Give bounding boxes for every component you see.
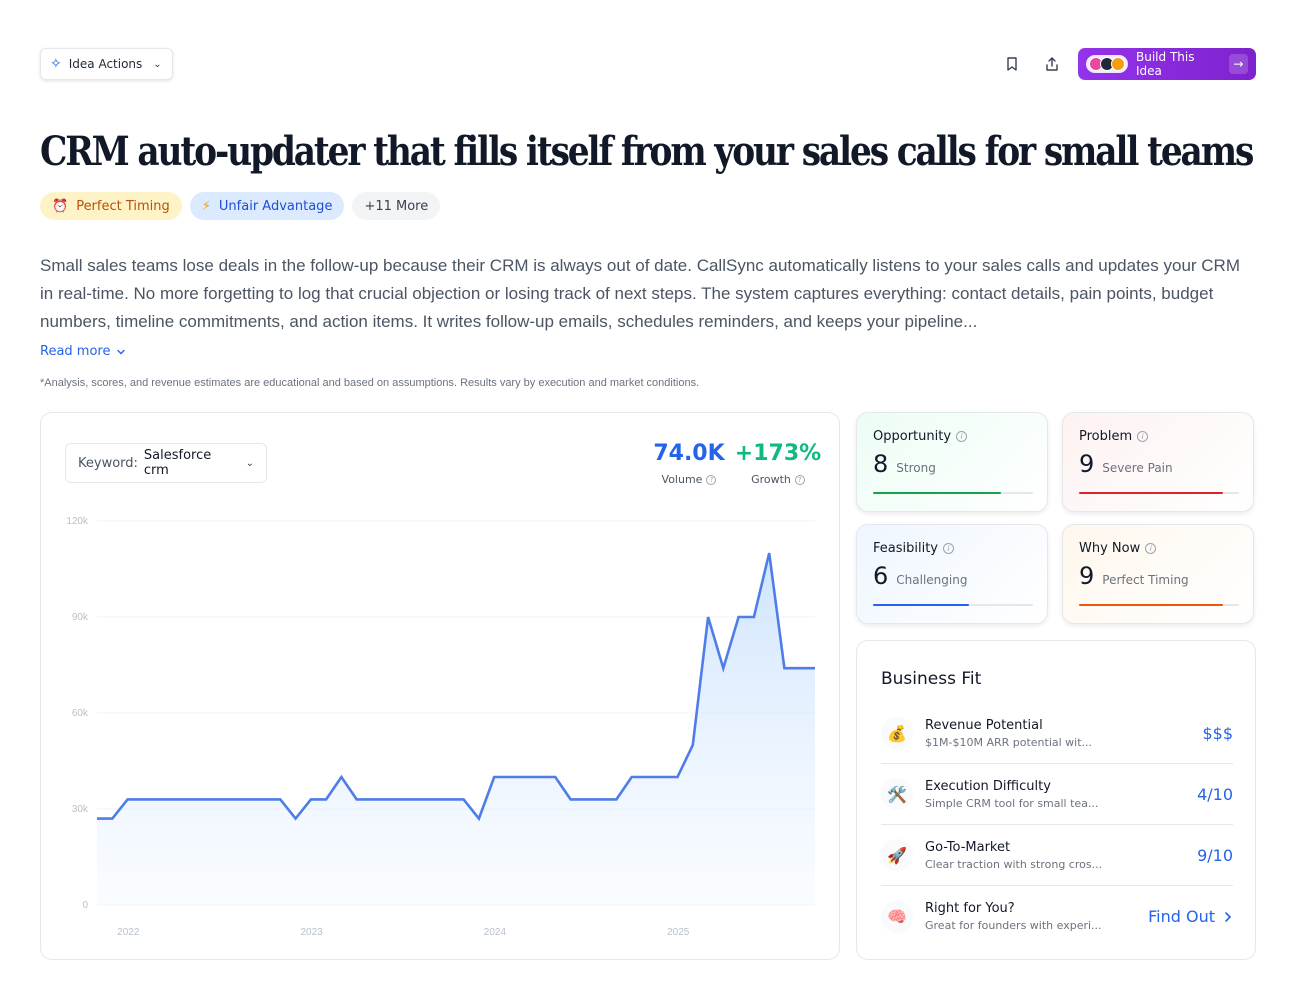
page-title: CRM auto-updater that fills itself from … bbox=[40, 128, 1254, 175]
fit-row-title: Revenue Potential bbox=[925, 717, 1043, 733]
tag-perfect-timing[interactable]: ⏰ Perfect Timing bbox=[40, 192, 182, 220]
arrow-right-icon: → bbox=[1228, 54, 1248, 74]
score-bar-fill bbox=[1079, 492, 1223, 494]
read-more-label: Read more bbox=[40, 344, 111, 359]
idea-description: Small sales teams lose deals in the foll… bbox=[40, 256, 1240, 331]
score-card-why-now[interactable]: Why Now i 9 Perfect Timing bbox=[1062, 524, 1254, 624]
avatar bbox=[1111, 57, 1125, 71]
score-bar-fill bbox=[873, 604, 969, 606]
score-card-feasibility[interactable]: Feasibility i 6 Challenging bbox=[856, 524, 1048, 624]
idea-actions-label: Idea Actions bbox=[68, 57, 143, 71]
score-label: Why Now bbox=[1079, 541, 1141, 556]
fit-row-revenue-potential[interactable]: 💰 Revenue Potential $1M-$10M ARR potentia… bbox=[881, 703, 1233, 764]
tag-unfair-advantage[interactable]: ⚡ Unfair Advantage bbox=[189, 192, 345, 220]
score-label: Feasibility bbox=[873, 541, 938, 556]
y-tick-label: 30k bbox=[72, 804, 89, 815]
find-out-label: Find Out bbox=[1148, 907, 1215, 926]
business-fit-card: Business Fit 💰 Revenue Potential $1M-$10M… bbox=[856, 640, 1256, 960]
share-button[interactable] bbox=[1038, 50, 1066, 78]
score-card-problem[interactable]: Problem i 9 Severe Pain bbox=[1062, 412, 1254, 512]
score-card-opportunity[interactable]: Opportunity i 8 Strong bbox=[856, 412, 1048, 512]
fit-row-title: Go-To-Market bbox=[925, 839, 1011, 855]
build-this-idea-button[interactable]: Build This Idea → bbox=[1078, 48, 1256, 80]
rocket-icon: 🚀 bbox=[881, 839, 913, 871]
chevron-right-icon bbox=[1225, 911, 1232, 922]
info-icon[interactable]: i bbox=[943, 543, 954, 554]
build-button-label: Build This Idea bbox=[1136, 50, 1195, 78]
score-value: 6 bbox=[873, 562, 889, 590]
trend-chart: 0 30k 60k 90k 120k 2022 2023 2024 2025 bbox=[66, 516, 815, 938]
score-word: Severe Pain bbox=[1102, 461, 1173, 475]
fit-row-subtitle: Great for founders with experi... bbox=[925, 919, 1102, 932]
fit-row-title: Execution Difficulty bbox=[925, 778, 1051, 794]
tag-label: Perfect Timing bbox=[76, 198, 170, 214]
score-bar bbox=[873, 492, 1033, 494]
score-word: Perfect Timing bbox=[1102, 573, 1189, 587]
info-icon[interactable]: i bbox=[1137, 431, 1149, 442]
fit-row-go-to-market[interactable]: 🚀 Go-To-Market Clear traction with strong… bbox=[881, 825, 1233, 886]
score-value: 9 bbox=[1079, 562, 1095, 590]
bookmark-button[interactable] bbox=[998, 50, 1026, 78]
fit-row-value: 4/10 bbox=[1197, 784, 1233, 804]
score-bar bbox=[1079, 492, 1239, 494]
tag-label: +11 More bbox=[364, 198, 429, 214]
share-icon bbox=[1046, 57, 1058, 71]
info-icon[interactable]: i bbox=[956, 431, 968, 442]
fit-row-right-for-you[interactable]: 🧠 Right for You? Great for founders with … bbox=[881, 886, 1233, 947]
x-tick-label: 2023 bbox=[300, 927, 323, 938]
score-value: 9 bbox=[1079, 450, 1095, 478]
tag-list: ⏰ Perfect Timing ⚡ Unfair Advantage +11 … bbox=[40, 192, 441, 220]
chevron-down-icon: ⌄ bbox=[153, 58, 162, 70]
y-tick-label: 60k bbox=[72, 708, 89, 719]
disclaimer-text: *Analysis, scores, and revenue estimates… bbox=[40, 377, 700, 389]
top-right-actions: Build This Idea → bbox=[998, 48, 1256, 80]
builder-avatars bbox=[1086, 55, 1128, 73]
fit-row-subtitle: Simple CRM tool for small tea... bbox=[925, 796, 1099, 810]
fit-row-value: 9/10 bbox=[1197, 845, 1233, 865]
score-label: Opportunity bbox=[873, 429, 952, 444]
more-tags-button[interactable]: +11 More bbox=[352, 192, 441, 220]
fit-row-title: Right for You? bbox=[925, 901, 1015, 916]
fit-row-value: $$$ bbox=[1202, 723, 1233, 743]
x-tick-label: 2024 bbox=[484, 927, 507, 938]
alarm-clock-icon: ⏰ bbox=[52, 198, 69, 214]
fit-row-subtitle: Clear traction with strong cros... bbox=[925, 857, 1103, 871]
sparkle-icon: ✧ bbox=[50, 56, 62, 72]
score-bar bbox=[1079, 604, 1239, 606]
bookmark-icon bbox=[1007, 57, 1017, 71]
idea-actions-button[interactable]: ✧ Idea Actions ⌄ bbox=[40, 48, 173, 80]
tools-icon: 🛠️ bbox=[881, 778, 913, 810]
business-fit-title: Business Fit bbox=[881, 669, 982, 689]
brain-icon: 🧠 bbox=[881, 900, 913, 933]
y-tick-label: 0 bbox=[82, 900, 88, 911]
score-value: 8 bbox=[873, 450, 889, 478]
score-word: Challenging bbox=[896, 573, 968, 587]
info-icon[interactable]: i bbox=[1145, 543, 1157, 554]
x-tick-label: 2025 bbox=[667, 927, 690, 938]
y-tick-label: 90k bbox=[72, 612, 89, 623]
money-bag-icon: 💰 bbox=[881, 717, 913, 749]
score-word: Strong bbox=[896, 461, 936, 475]
score-bar-fill bbox=[873, 492, 1001, 494]
score-bar bbox=[873, 604, 1033, 606]
chevron-down-icon bbox=[117, 349, 126, 354]
fit-row-execution-difficulty[interactable]: 🛠️ Execution Difficulty Simple CRM tool f… bbox=[881, 764, 1233, 825]
y-tick-label: 120k bbox=[66, 516, 89, 527]
x-tick-label: 2022 bbox=[117, 927, 140, 938]
tag-label: Unfair Advantage bbox=[218, 198, 333, 214]
trend-chart-card: Keyword: Salesforce crm ⌄ 74.0K Volume? … bbox=[40, 412, 840, 960]
find-out-link[interactable]: Find Out bbox=[1148, 907, 1233, 926]
lightning-icon: ⚡ bbox=[201, 198, 211, 214]
score-bar-fill bbox=[1079, 604, 1223, 606]
fit-row-subtitle: $1M-$10M ARR potential wit... bbox=[925, 735, 1093, 749]
trend-area bbox=[97, 553, 815, 905]
score-label: Problem bbox=[1079, 429, 1133, 444]
read-more-link[interactable]: Read more bbox=[40, 344, 126, 359]
top-bar: ✧ Idea Actions ⌄ Build This Idea → bbox=[40, 48, 1256, 80]
